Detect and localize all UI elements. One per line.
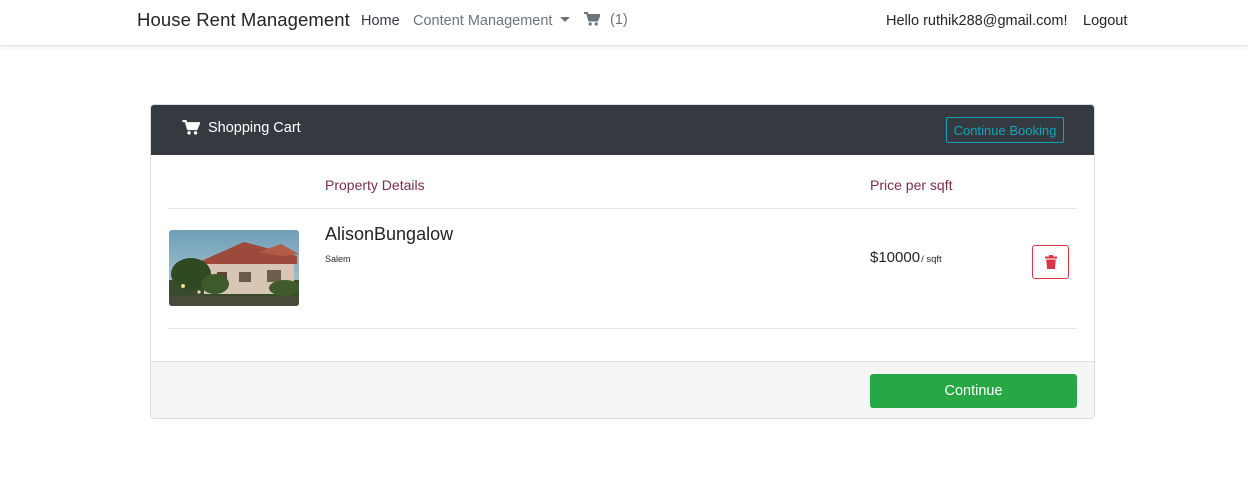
nav-home-link[interactable]: Home bbox=[361, 13, 400, 29]
nav-cart-link[interactable]: (1) bbox=[584, 12, 628, 28]
chevron-down-icon bbox=[560, 17, 571, 22]
logout-link[interactable]: Logout bbox=[1083, 13, 1127, 29]
card-title-label: Shopping Cart bbox=[208, 120, 301, 136]
continue-booking-button[interactable]: Continue Booking bbox=[946, 117, 1064, 143]
divider bbox=[169, 328, 1076, 329]
price-unit: / sqft bbox=[921, 254, 942, 265]
cart-icon bbox=[584, 12, 602, 26]
shopping-cart-card: Shopping Cart Continue Booking Property … bbox=[150, 104, 1095, 419]
cart-count: (1) bbox=[610, 12, 628, 28]
property-name[interactable]: AlisonBungalow bbox=[325, 224, 453, 245]
divider bbox=[169, 208, 1076, 209]
brand-link[interactable]: House Rent Management bbox=[137, 9, 350, 31]
cart-icon bbox=[182, 120, 201, 135]
property-city: Salem bbox=[325, 254, 351, 264]
user-greeting: Hello ruthik288@gmail.com! bbox=[886, 13, 1068, 29]
trash-icon bbox=[1044, 255, 1057, 269]
navbar: House Rent Management Home Content Manag… bbox=[0, 0, 1248, 46]
nav-content-management-label: Content Management bbox=[413, 13, 553, 29]
card-footer: Continue bbox=[151, 361, 1094, 418]
column-header-price: Price per sqft bbox=[870, 177, 953, 193]
property-image bbox=[169, 230, 299, 306]
property-price: $10000/ sqft bbox=[870, 249, 942, 266]
nav-content-management-dropdown[interactable]: Content Management bbox=[413, 13, 571, 29]
price-value: $10000 bbox=[870, 249, 921, 266]
continue-button[interactable]: Continue bbox=[870, 374, 1077, 408]
card-header: Shopping Cart Continue Booking bbox=[151, 105, 1094, 155]
column-header-property: Property Details bbox=[325, 177, 425, 193]
card-title: Shopping Cart bbox=[182, 120, 301, 136]
delete-item-button[interactable] bbox=[1032, 245, 1069, 279]
